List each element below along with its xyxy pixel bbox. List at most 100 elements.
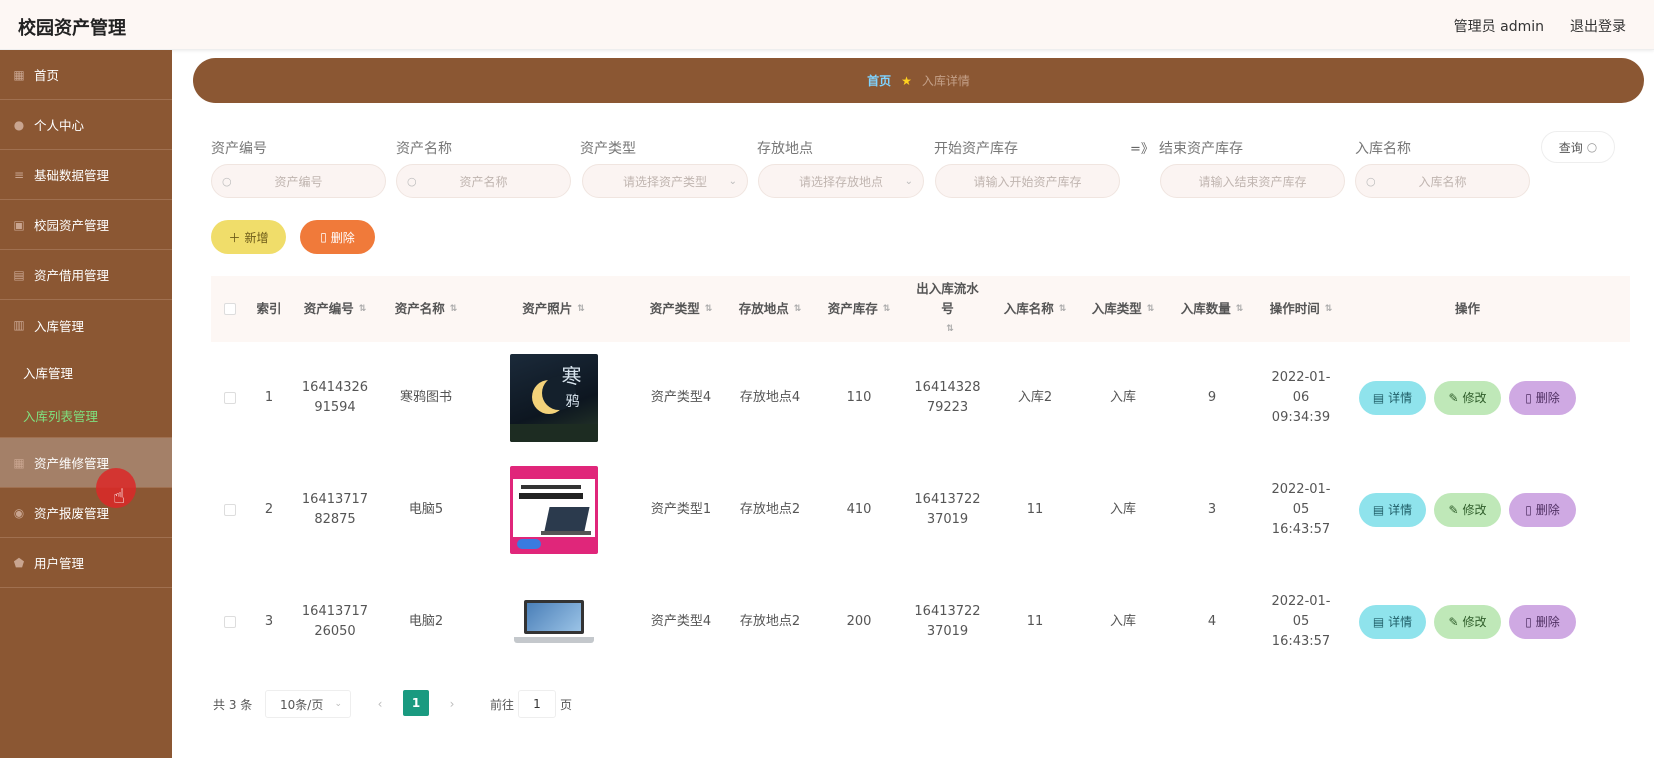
- page-size-value: 10条/页: [280, 697, 324, 712]
- sort-icon: ⇅: [577, 304, 585, 314]
- asset-no-input[interactable]: ○ 资产编号: [211, 164, 386, 198]
- warehouse-name-placeholder: 入库名称: [1418, 174, 1467, 189]
- page-size-select[interactable]: 10条/页 ⌄: [265, 690, 351, 718]
- location-select[interactable]: 请选择存放地点 ⌄: [758, 164, 924, 198]
- row-checkbox[interactable]: [211, 392, 249, 404]
- sidebar-subitem-label: 入库管理: [23, 365, 74, 381]
- list-icon: ≡: [13, 167, 25, 182]
- add-button[interactable]: ＋ 新增: [211, 220, 286, 254]
- stock-end-input[interactable]: 请输入结束资产库存: [1160, 164, 1345, 198]
- cell-in-type: 入库: [1109, 390, 1136, 405]
- col-in-type[interactable]: 入库类型 ⇅: [1079, 299, 1167, 319]
- sidebar-item-profile[interactable]: ● 个人中心: [0, 100, 172, 150]
- location-placeholder: 请选择存放地点: [798, 174, 883, 189]
- asset-type-select[interactable]: 请选择资产类型 ⌄: [582, 164, 748, 198]
- col-op-time[interactable]: 操作时间 ⇅: [1257, 299, 1345, 319]
- select-all-checkbox[interactable]: [211, 303, 249, 315]
- pencil-icon: ✎: [1448, 391, 1459, 405]
- laptop-ad-photo[interactable]: [509, 466, 598, 554]
- search-icon: ○: [1366, 174, 1376, 188]
- location-label: 存放地点: [757, 141, 813, 157]
- sort-icon: ⇅: [882, 304, 891, 314]
- col-asset-no[interactable]: 资产编号 ⇅: [289, 299, 381, 319]
- edit-button[interactable]: ✎ 修改: [1434, 605, 1501, 639]
- warehouse-name-label: 入库名称: [1355, 141, 1411, 157]
- detail-button[interactable]: ▤ 详情: [1359, 381, 1426, 415]
- add-label: 新增: [244, 230, 269, 245]
- sidebar-item-home[interactable]: ▦ 首页: [0, 50, 172, 100]
- stock-start-input[interactable]: 请输入开始资产库存: [935, 164, 1120, 198]
- col-in-qty[interactable]: 入库数量 ⇅: [1167, 299, 1257, 319]
- sidebar-item-assets[interactable]: ▣ 校园资产管理: [0, 200, 172, 250]
- cell-op-time: 2022-01-05 16:43:57: [1271, 482, 1331, 537]
- sidebar-item-base-data[interactable]: ≡ 基础数据管理: [0, 150, 172, 200]
- sort-icon: ⇅: [704, 304, 713, 314]
- query-button[interactable]: 查询 ○: [1541, 131, 1615, 163]
- cell-asset-name: 寒鸦图书: [399, 390, 452, 405]
- book-cover-photo[interactable]: 寒 鸦: [509, 354, 598, 442]
- col-in-name[interactable]: 入库名称 ⇅: [991, 299, 1079, 319]
- cell-in-name: 11: [1026, 502, 1044, 517]
- delete-button[interactable]: ▯ 删除: [1509, 381, 1576, 415]
- cell-index: 2: [264, 502, 274, 517]
- sidebar-item-scrap[interactable]: ◉ 资产报废管理: [0, 488, 172, 538]
- cell-asset-no: 1641371726050: [301, 604, 369, 639]
- sidebar-item-users[interactable]: ⬟ 用户管理: [0, 538, 172, 588]
- prev-page-button[interactable]: ‹: [366, 690, 394, 718]
- goto-page-input[interactable]: 1: [518, 690, 556, 718]
- col-asset-name[interactable]: 资产名称 ⇅: [381, 299, 471, 319]
- current-user: 管理员 admin: [1453, 19, 1544, 35]
- detail-button[interactable]: ▤ 详情: [1359, 605, 1426, 639]
- edit-button[interactable]: ✎ 修改: [1434, 493, 1501, 527]
- tool-icon: ▦: [13, 455, 25, 470]
- cell-location: 存放地点4: [739, 390, 801, 405]
- sort-icon: ⇅: [1058, 304, 1067, 314]
- col-stock[interactable]: 资产库存 ⇅: [814, 299, 904, 319]
- batch-delete-button[interactable]: ▯ 删除: [300, 220, 375, 254]
- trash-icon: ▯: [1525, 503, 1532, 517]
- home-icon: ▦: [13, 67, 25, 82]
- table-row: 2 1641371782875 电脑5 资产类型1 存放地点2 410 1641…: [211, 454, 1630, 566]
- sidebar-subitem-inbound-list[interactable]: 入库列表管理: [0, 394, 172, 438]
- table-row: 1 1641432691594 寒鸦图书 寒 鸦 资产类型4 存放地点4 110…: [211, 342, 1630, 454]
- stock-start-placeholder: 请输入开始资产库存: [973, 174, 1082, 189]
- sidebar-item-repair[interactable]: ▦ 资产维修管理: [0, 438, 172, 488]
- table-row: 3 1641371726050 电脑2 资产类型4 存放地点2 200 1641…: [211, 566, 1630, 678]
- next-page-button[interactable]: ›: [438, 690, 466, 718]
- detail-button[interactable]: ▤ 详情: [1359, 493, 1426, 527]
- asset-name-input[interactable]: ○ 资产名称: [396, 164, 571, 198]
- cell-asset-type: 资产类型4: [650, 390, 712, 405]
- col-photo[interactable]: 资产照片 ⇅: [471, 299, 636, 319]
- col-location[interactable]: 存放地点 ⇅: [726, 299, 814, 319]
- logout-button[interactable]: 退出登录: [1570, 16, 1626, 36]
- sidebar-item-borrow[interactable]: ▤ 资产借用管理: [0, 250, 172, 300]
- breadcrumb-home[interactable]: 首页: [867, 72, 891, 89]
- pencil-icon: ✎: [1448, 615, 1459, 629]
- delete-button[interactable]: ▯ 删除: [1509, 605, 1576, 639]
- delete-button[interactable]: ▯ 删除: [1509, 493, 1576, 527]
- sidebar-item-label: 基础数据管理: [34, 168, 110, 183]
- sidebar-item-inbound[interactable]: ▥ 入库管理: [0, 300, 172, 350]
- shield-icon: ⬟: [13, 555, 25, 570]
- row-checkbox[interactable]: [211, 504, 249, 516]
- pagination-total: 共 3 条: [213, 697, 253, 712]
- col-asset-type[interactable]: 资产类型 ⇅: [636, 299, 726, 319]
- asset-no-placeholder: 资产编号: [274, 174, 323, 189]
- trash-icon: ▯: [1525, 391, 1532, 405]
- goto-prefix: 前往: [490, 697, 515, 712]
- inbound-table: 索引 资产编号 ⇅ 资产名称 ⇅ 资产照片 ⇅ 资产类型 ⇅ 存放地点 ⇅ 资产库存 ⇅ 出…: [211, 276, 1630, 678]
- sort-icon: ⇅: [449, 304, 458, 314]
- cell-in-qty: 3: [1207, 502, 1217, 517]
- laptop-photo[interactable]: [509, 578, 598, 666]
- col-flow-no[interactable]: 出入库流水号 ⇅: [904, 279, 991, 339]
- col-ops: 操作: [1454, 301, 1480, 316]
- warehouse-name-input[interactable]: ○ 入库名称: [1355, 164, 1530, 198]
- edit-button[interactable]: ✎ 修改: [1434, 381, 1501, 415]
- cell-in-qty: 4: [1207, 614, 1217, 629]
- document-icon: ▤: [1372, 391, 1385, 405]
- cell-stock: 200: [846, 614, 872, 629]
- sidebar-subitem-inbound[interactable]: 入库管理: [0, 350, 172, 394]
- cell-location: 存放地点2: [739, 502, 801, 517]
- row-checkbox[interactable]: [211, 616, 249, 628]
- page-1-button[interactable]: 1: [403, 690, 429, 716]
